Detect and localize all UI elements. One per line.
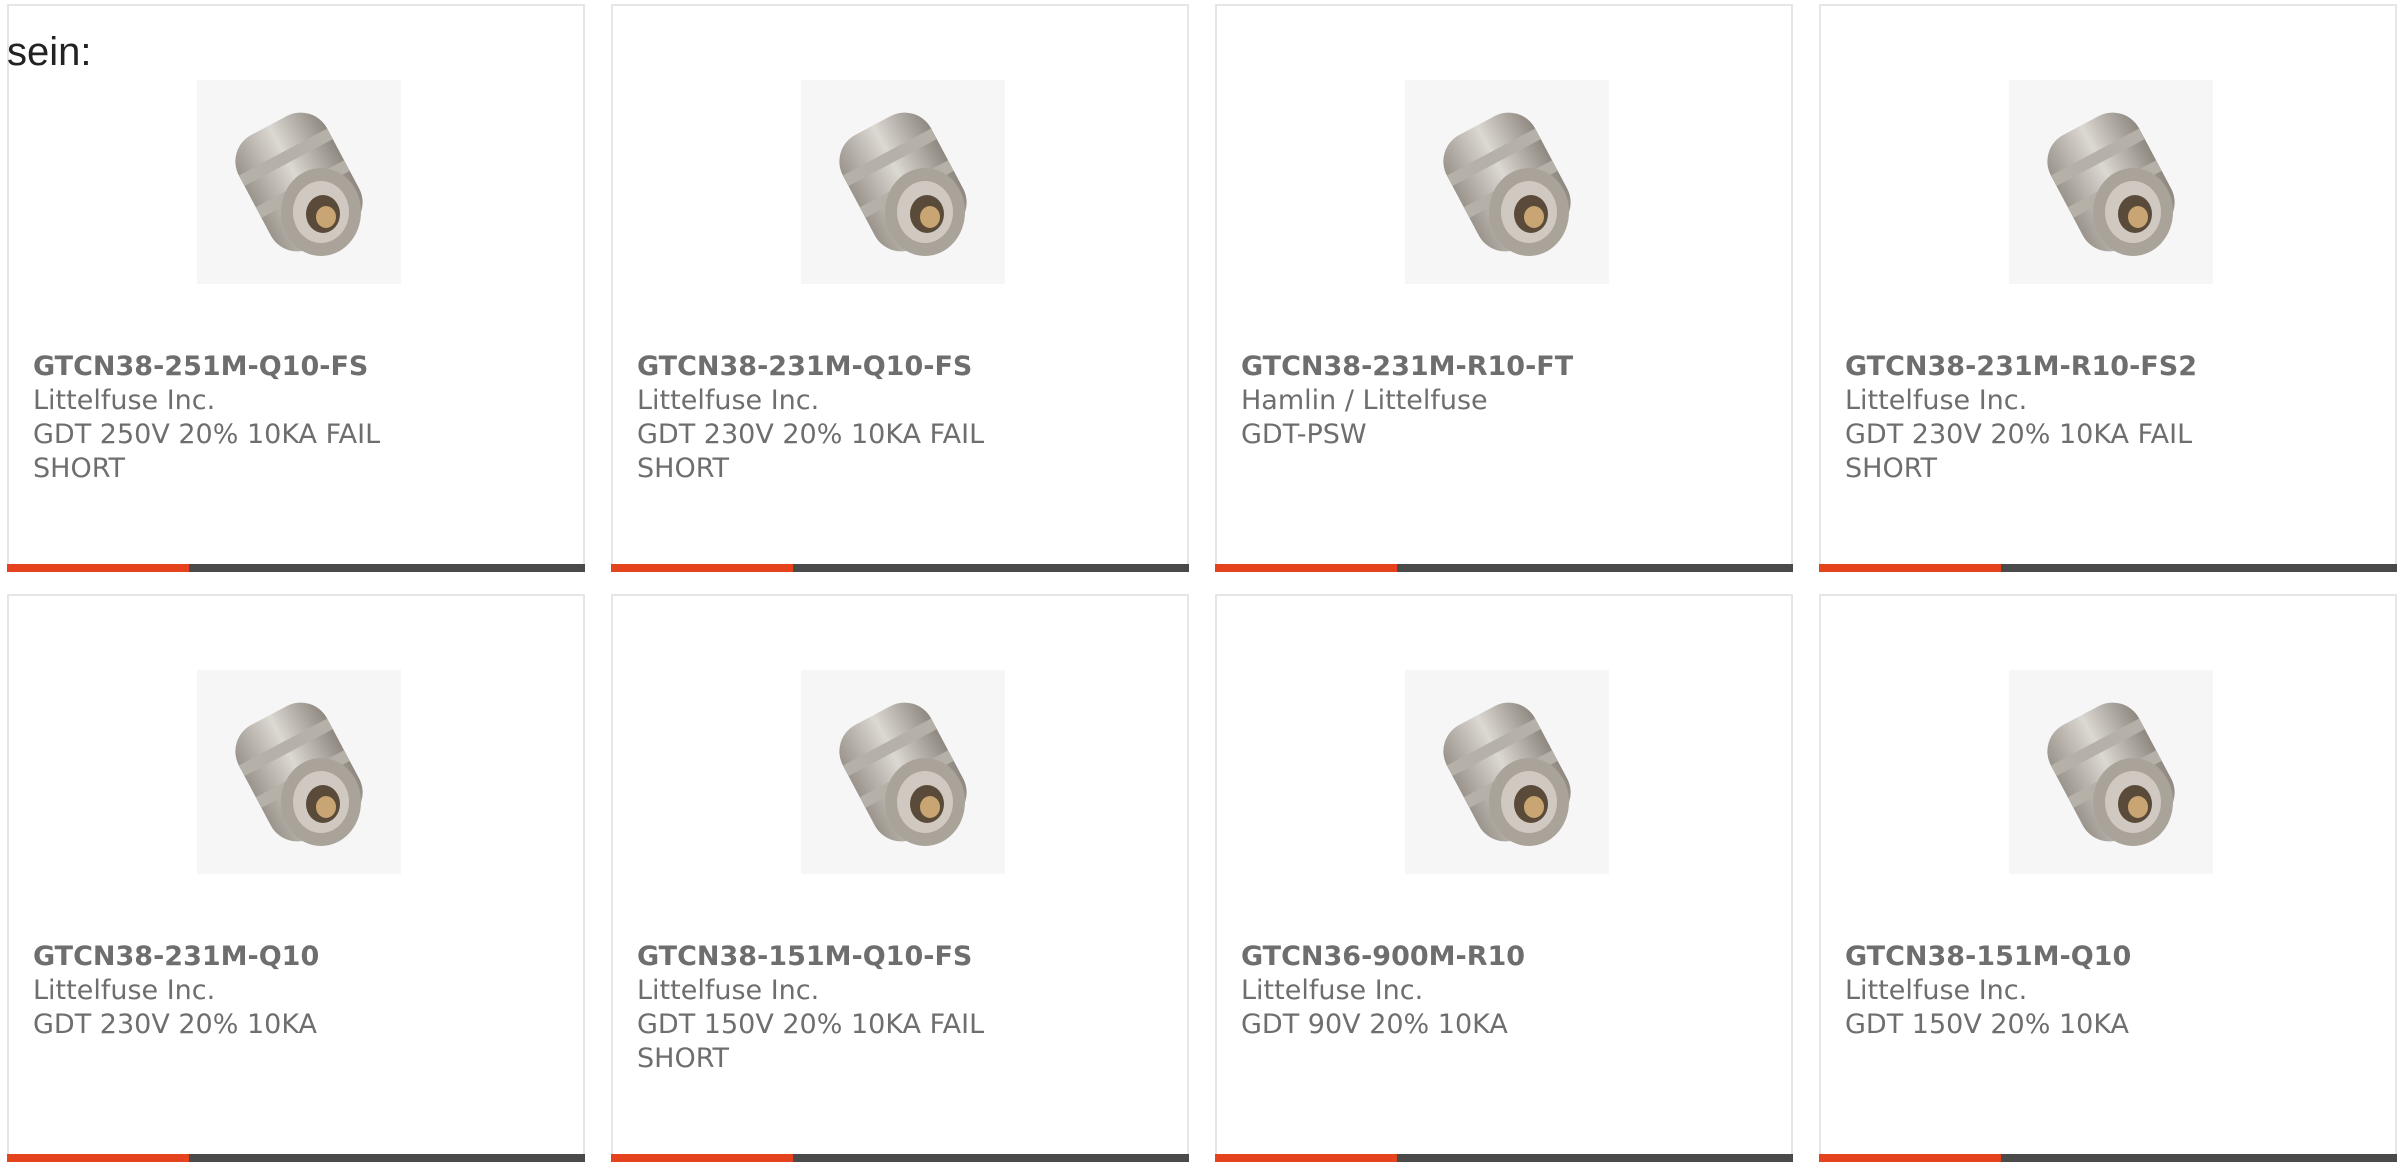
gas-discharge-tube-icon (235, 702, 363, 846)
description: GDT 230V 20% 10KA (33, 1009, 318, 1040)
card-accent-bar (7, 564, 189, 572)
manufacturer: Littelfuse Inc. (637, 385, 820, 416)
part-number-link[interactable]: GTCN38-151M-Q10-FS (637, 941, 972, 972)
part-number-link[interactable]: GTCN38-231M-Q10 (33, 941, 319, 972)
product-image[interactable] (801, 80, 1005, 284)
part-number-link[interactable]: GTCN38-231M-R10-FS2 (1845, 351, 2197, 382)
manufacturer: Littelfuse Inc. (33, 975, 216, 1006)
part-number-link[interactable]: GTCN38-231M-Q10-FS (637, 351, 972, 382)
gas-discharge-tube-icon (839, 112, 967, 256)
description: GDT 90V 20% 10KA (1241, 1009, 1508, 1040)
gas-discharge-tube-icon (2047, 112, 2175, 256)
card-bottom-bar (1819, 564, 2397, 572)
description: GDT 230V 20% 10KA FAIL SHORT (637, 419, 985, 484)
gas-discharge-tube-icon (1443, 112, 1571, 256)
manufacturer: Littelfuse Inc. (1241, 975, 1424, 1006)
product-image[interactable] (1405, 670, 1609, 874)
part-number-link[interactable]: GTCN38-151M-Q10 (1845, 941, 2131, 972)
gas-discharge-tube-icon (839, 702, 967, 846)
manufacturer: Littelfuse Inc. (637, 975, 820, 1006)
product-image[interactable] (197, 80, 401, 284)
manufacturer: Littelfuse Inc. (33, 385, 216, 416)
product-card[interactable]: GTCN38-231M-R10-FS2 Littelfuse Inc. GDT … (1819, 4, 2397, 572)
description: GDT 230V 20% 10KA FAIL SHORT (1845, 419, 2193, 484)
part-number-link[interactable]: GTCN38-231M-R10-FT (1241, 351, 1573, 382)
product-image[interactable] (197, 670, 401, 874)
product-card[interactable]: GTCN36-900M-R10 Littelfuse Inc. GDT 90V … (1215, 594, 1793, 1162)
gas-discharge-tube-icon (1443, 702, 1571, 846)
product-card[interactable]: GTCN38-251M-Q10-FS Littelfuse Inc. GDT 2… (7, 4, 585, 572)
description: GDT-PSW (1241, 419, 1367, 450)
product-image[interactable] (1405, 80, 1609, 284)
product-card[interactable]: GTCN38-151M-Q10 Littelfuse Inc. GDT 150V… (1819, 594, 2397, 1162)
part-number-link[interactable]: GTCN38-251M-Q10-FS (33, 351, 368, 382)
intro-text: sein: (7, 30, 92, 74)
product-image[interactable] (2009, 80, 2213, 284)
card-accent-bar (611, 564, 793, 572)
gas-discharge-tube-icon (235, 112, 363, 256)
gas-discharge-tube-icon (2047, 702, 2175, 846)
card-accent-bar (1819, 564, 2001, 572)
product-card[interactable]: GTCN38-231M-Q10 Littelfuse Inc. GDT 230V… (7, 594, 585, 1162)
card-bottom-bar (611, 564, 1189, 572)
description: GDT 150V 20% 10KA FAIL SHORT (637, 1009, 985, 1074)
card-bottom-bar (1215, 564, 1793, 572)
product-card[interactable]: GTCN38-231M-R10-FT Hamlin / Littelfuse G… (1215, 4, 1793, 572)
product-card[interactable]: GTCN38-151M-Q10-FS Littelfuse Inc. GDT 1… (611, 594, 1189, 1162)
product-image[interactable] (801, 670, 1005, 874)
manufacturer: Littelfuse Inc. (1845, 385, 2028, 416)
card-accent-bar (1215, 564, 1397, 572)
product-image[interactable] (2009, 670, 2213, 874)
manufacturer: Hamlin / Littelfuse (1241, 385, 1488, 416)
card-bottom-bar (7, 564, 585, 572)
description: GDT 250V 20% 10KA FAIL SHORT (33, 419, 381, 484)
manufacturer: Littelfuse Inc. (1845, 975, 2028, 1006)
product-card[interactable]: GTCN38-231M-Q10-FS Littelfuse Inc. GDT 2… (611, 4, 1189, 572)
description: GDT 150V 20% 10KA (1845, 1009, 2130, 1040)
part-number-link[interactable]: GTCN36-900M-R10 (1241, 941, 1525, 972)
